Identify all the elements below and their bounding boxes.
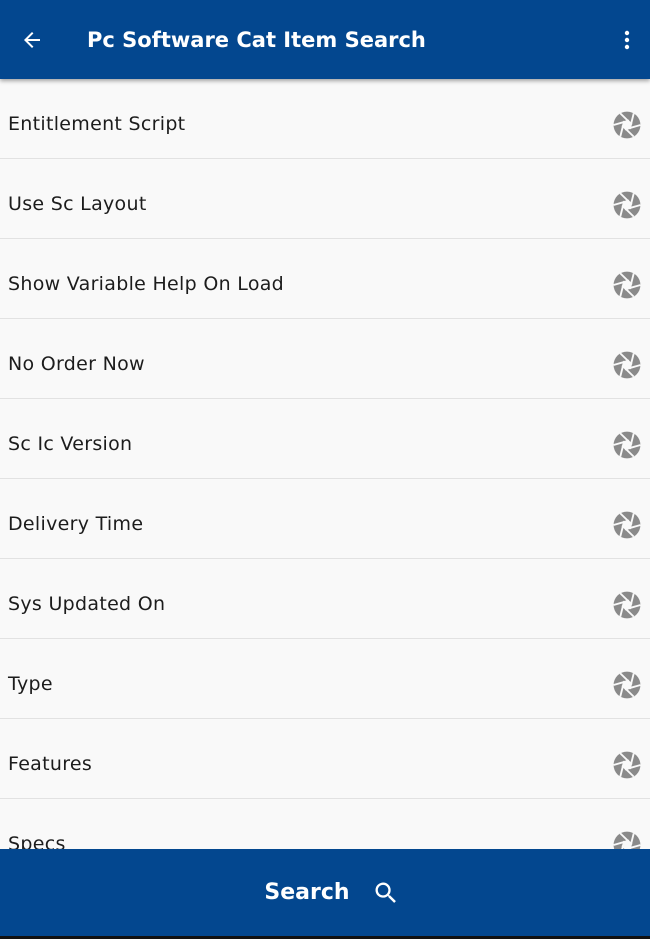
field-list: Entitlement Script Use Sc Layout Show Vari… [0, 79, 650, 849]
list-item-label: Sys Updated On [8, 593, 166, 615]
aperture-icon[interactable] [613, 671, 641, 699]
list-item-label: Specs [8, 833, 66, 849]
page-title: Pc Software Cat Item Search [87, 28, 426, 52]
list-item-label: No Order Now [8, 353, 145, 375]
aperture-icon[interactable] [613, 351, 641, 379]
aperture-icon[interactable] [613, 271, 641, 299]
list-item[interactable]: Entitlement Script [0, 79, 650, 159]
arrow-left-icon [24, 32, 40, 48]
app-bar: Pc Software Cat Item Search [0, 0, 650, 79]
search-button-label: Search [264, 880, 350, 905]
aperture-icon[interactable] [613, 831, 641, 849]
list-item[interactable]: Type [0, 639, 650, 719]
list-item[interactable]: Sc Ic Version [0, 399, 650, 479]
list-item[interactable]: Features [0, 719, 650, 799]
list-item[interactable]: Show Variable Help On Load [0, 239, 650, 319]
search-icon [375, 882, 396, 903]
list-item[interactable]: Sys Updated On [0, 559, 650, 639]
list-item-label: Sc Ic Version [8, 433, 133, 455]
overflow-menu-button[interactable] [609, 22, 645, 58]
list-item[interactable]: Specs [0, 799, 650, 849]
aperture-icon[interactable] [613, 111, 641, 139]
list-item[interactable]: No Order Now [0, 319, 650, 399]
aperture-icon[interactable] [613, 511, 641, 539]
search-button[interactable]: Search [0, 849, 650, 936]
aperture-icon[interactable] [613, 431, 641, 459]
list-item-label: Show Variable Help On Load [8, 273, 285, 295]
aperture-icon[interactable] [613, 191, 641, 219]
list-item-label: Type [8, 673, 53, 695]
aperture-icon[interactable] [613, 591, 641, 619]
more-vertical-icon [624, 30, 630, 50]
list-item[interactable]: Delivery Time [0, 479, 650, 559]
list-item-label: Features [8, 753, 93, 775]
list-item-label: Entitlement Script [8, 113, 186, 135]
list-item-label: Use Sc Layout [8, 193, 147, 215]
aperture-icon[interactable] [613, 751, 641, 779]
back-button[interactable] [14, 22, 50, 58]
list-item[interactable]: Use Sc Layout [0, 159, 650, 239]
list-item-label: Delivery Time [8, 513, 144, 535]
